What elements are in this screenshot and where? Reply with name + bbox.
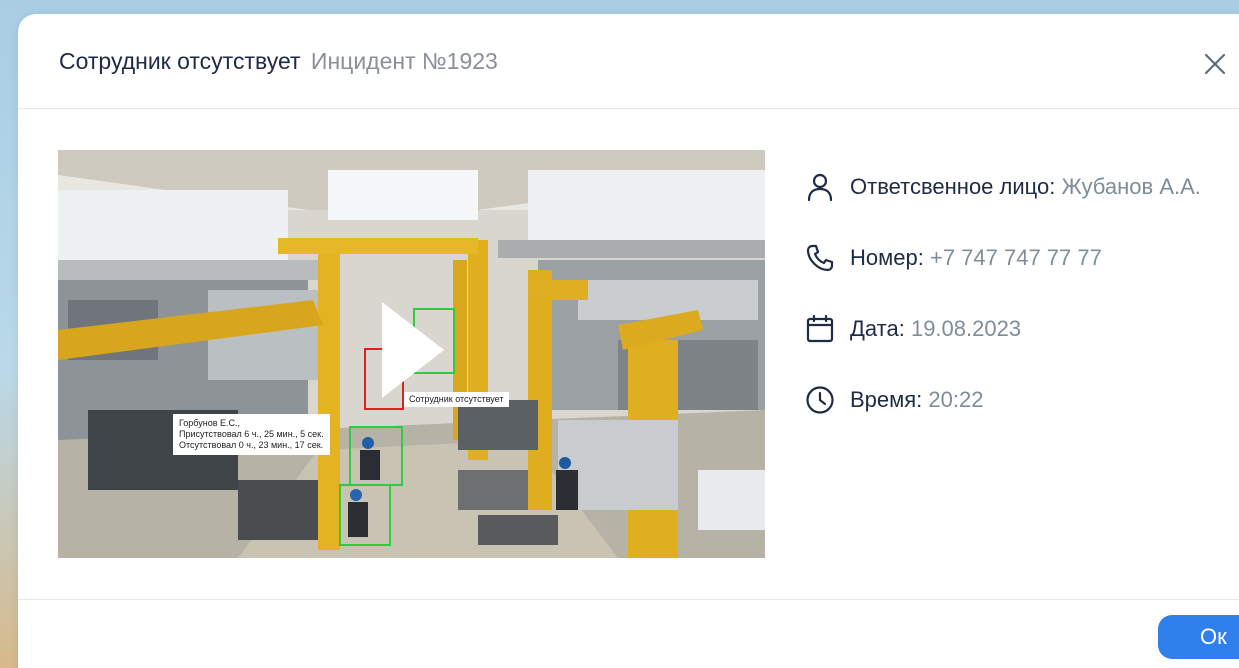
play-button[interactable] <box>376 300 448 400</box>
play-icon <box>382 302 444 398</box>
incident-modal: Сотрудник отсутствует Инцидент №1923 Сот… <box>18 14 1239 668</box>
close-icon <box>1204 53 1226 75</box>
clock-icon <box>806 386 834 414</box>
detail-label: Ответсвенное лицо: <box>850 174 1056 199</box>
modal-title-text: Сотрудник отсутствует <box>59 48 301 74</box>
employee-present-time: Присутствовал 6 ч., 25 мин., 5 сек. <box>179 429 324 439</box>
detail-value: Жубанов А.А. <box>1061 174 1201 199</box>
detail-label: Дата: <box>850 316 905 341</box>
incident-number: Инцидент №1923 <box>310 48 498 74</box>
detail-value: 20:22 <box>928 387 984 412</box>
ok-button[interactable]: Ок <box>1158 615 1239 659</box>
user-icon <box>807 173 833 202</box>
employee-name: Горбунов Е.С., <box>179 418 241 428</box>
calendar-icon <box>806 314 834 343</box>
incident-video[interactable]: Сотрудник отсутствует Горбунов Е.С., При… <box>58 150 765 558</box>
modal-footer <box>18 599 1239 668</box>
modal-header: Сотрудник отсутствует Инцидент №1923 <box>18 14 1239 109</box>
detection-box-worker-2 <box>339 484 391 546</box>
phone-icon <box>806 244 834 272</box>
close-button[interactable] <box>1201 50 1229 78</box>
detail-value: +7 747 747 77 77 <box>929 245 1102 270</box>
detail-label: Номер: <box>850 245 924 270</box>
employee-absent-time: Отсутствовал 0 ч., 23 мин., 17 сек. <box>179 440 324 450</box>
modal-title: Сотрудник отсутствует Инцидент №1923 <box>59 47 498 75</box>
detection-box-worker-1 <box>349 426 403 486</box>
detail-label: Время: <box>850 387 923 412</box>
detail-value: 19.08.2023 <box>910 316 1022 341</box>
employee-stats-label: Горбунов Е.С., Присутствовал 6 ч., 25 ми… <box>173 414 330 455</box>
